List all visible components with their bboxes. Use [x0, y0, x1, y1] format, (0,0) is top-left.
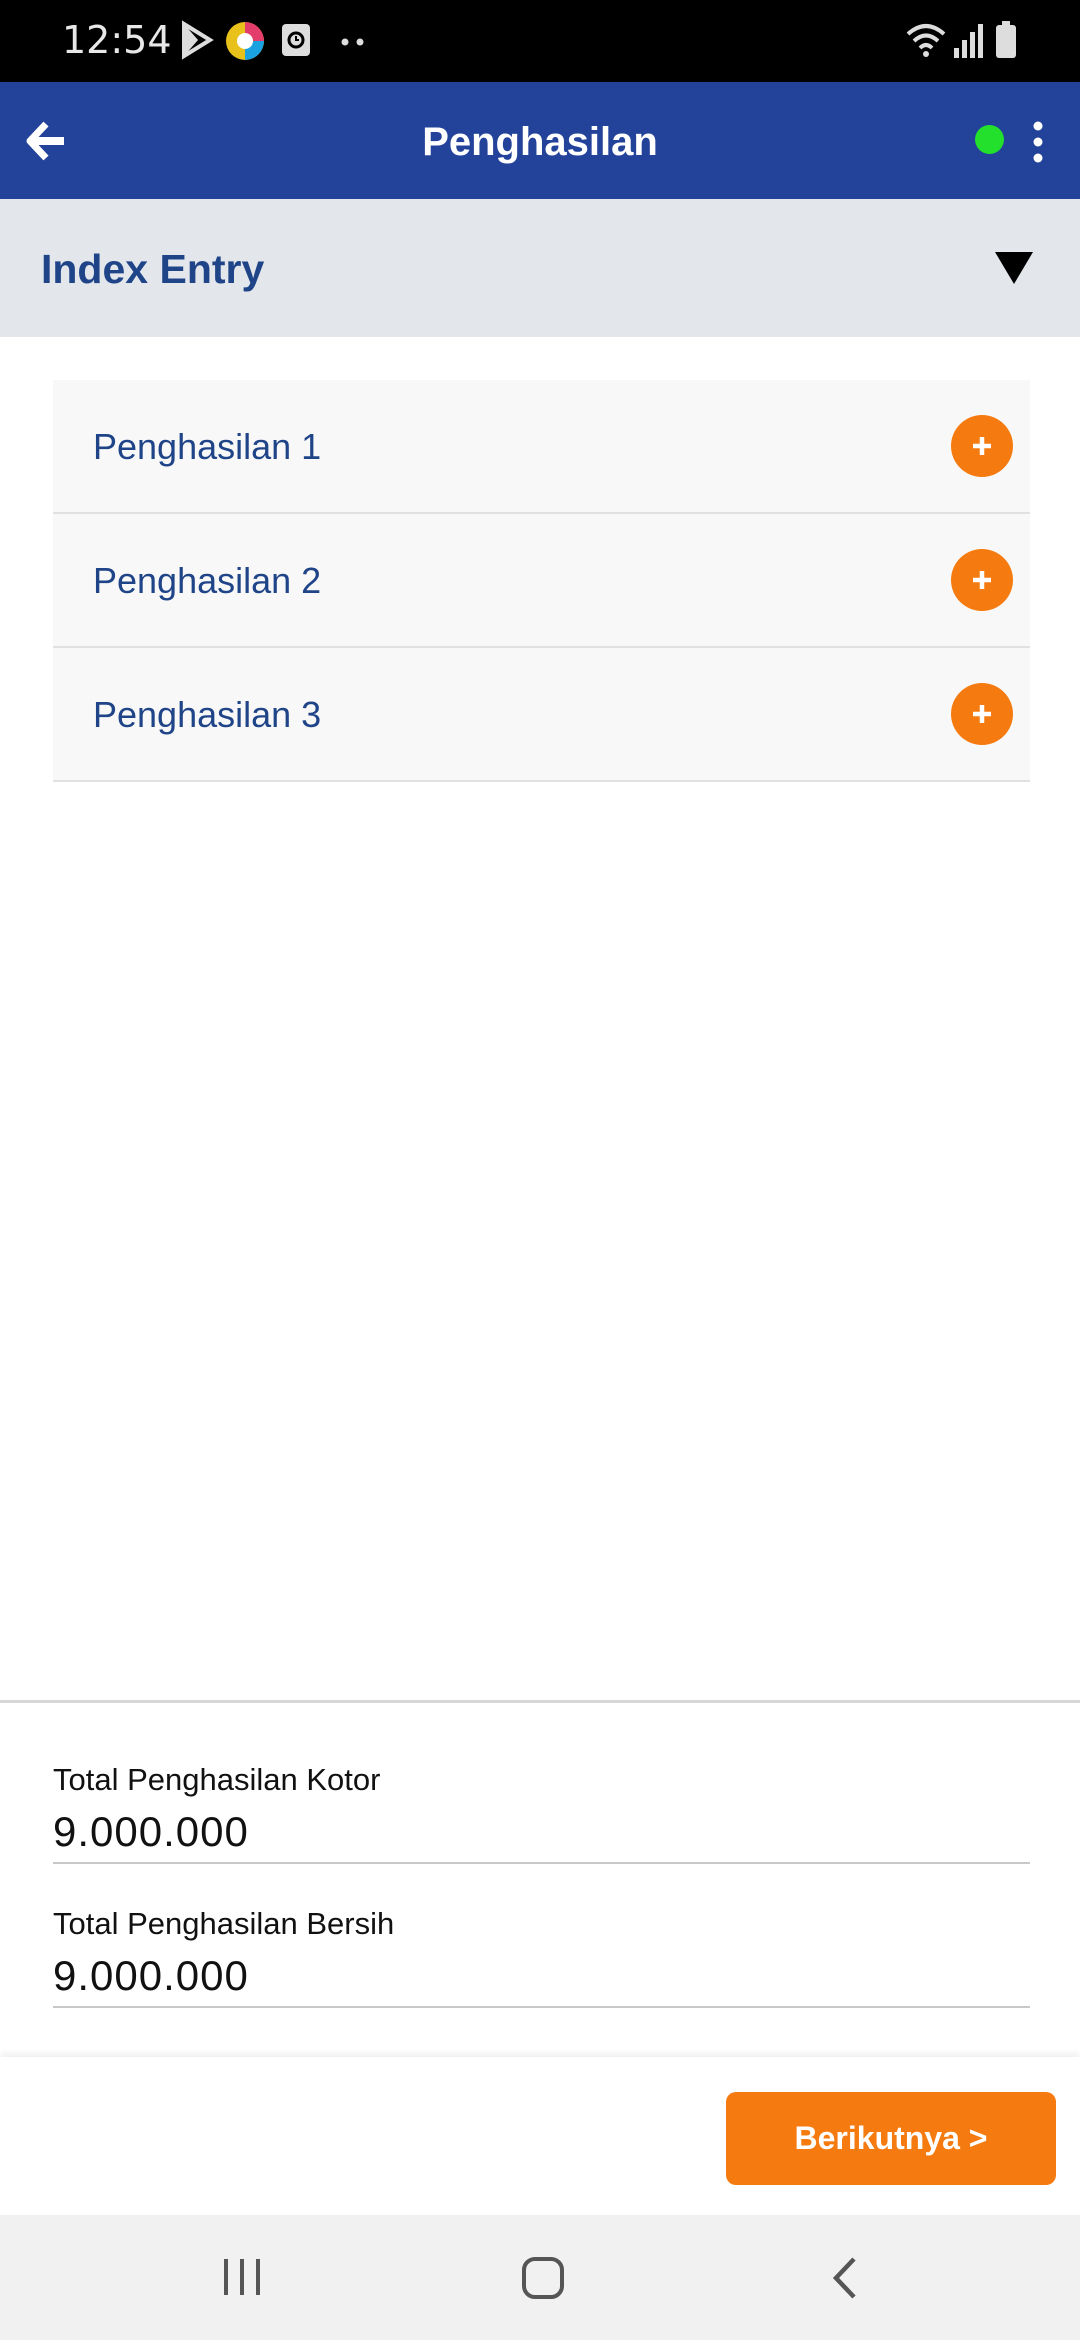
- home-icon[interactable]: [520, 2255, 566, 2306]
- add-button[interactable]: [951, 683, 1013, 745]
- divider: [0, 1700, 1080, 1703]
- net-income-value: 9.000.000: [53, 1952, 1030, 2008]
- triangle-down-icon[interactable]: [993, 248, 1035, 286]
- plus-icon: [973, 705, 991, 723]
- app-bar: Penghasilan: [0, 82, 1080, 199]
- signal-icon: [952, 20, 986, 65]
- status-time: 12:54: [62, 18, 172, 62]
- more-options-button[interactable]: [1028, 118, 1048, 168]
- item-label: Penghasilan 2: [93, 560, 322, 601]
- system-nav-bar: [0, 2215, 1080, 2340]
- more-dots-icon: [340, 34, 366, 52]
- plus-icon: [973, 437, 991, 455]
- more-vertical-icon: [1028, 121, 1048, 172]
- wifi-icon: [904, 20, 948, 65]
- plus-icon: [973, 571, 991, 589]
- gross-income-label: Total Penghasilan Kotor: [53, 1762, 381, 1797]
- gross-income-total: Total Penghasilan Kotor 9.000.000: [53, 1762, 1030, 1864]
- play-store-icon: [180, 20, 214, 65]
- net-income-label: Total Penghasilan Bersih: [53, 1906, 395, 1941]
- browser-icon: [224, 20, 266, 67]
- net-income-total: Total Penghasilan Bersih 9.000.000: [53, 1906, 1030, 2008]
- index-entry-header[interactable]: Index Entry: [0, 199, 1080, 337]
- add-button[interactable]: [951, 549, 1013, 611]
- online-status-indicator: [975, 125, 1004, 154]
- page-title: Penghasilan: [422, 120, 658, 164]
- recent-apps-icon[interactable]: [220, 2255, 264, 2304]
- gross-income-value: 9.000.000: [53, 1808, 1030, 1864]
- list-item-penghasilan-1[interactable]: Penghasilan 1: [53, 380, 1030, 514]
- income-list: Penghasilan 1 Penghasilan 2 Penghasilan …: [53, 380, 1030, 782]
- screen-record-icon: [280, 20, 312, 65]
- section-title: Index Entry: [41, 246, 265, 292]
- item-label: Penghasilan 1: [93, 426, 322, 467]
- action-bar: Berikutnya >: [0, 2057, 1080, 2215]
- list-item-penghasilan-2[interactable]: Penghasilan 2: [53, 514, 1030, 648]
- item-label: Penghasilan 3: [93, 694, 322, 735]
- battery-icon: [994, 20, 1018, 65]
- next-button[interactable]: Berikutnya >: [726, 2092, 1056, 2185]
- add-button[interactable]: [951, 415, 1013, 477]
- back-icon[interactable]: [830, 2255, 860, 2306]
- status-bar: 12:54: [0, 0, 1080, 82]
- list-item-penghasilan-3[interactable]: Penghasilan 3: [53, 648, 1030, 782]
